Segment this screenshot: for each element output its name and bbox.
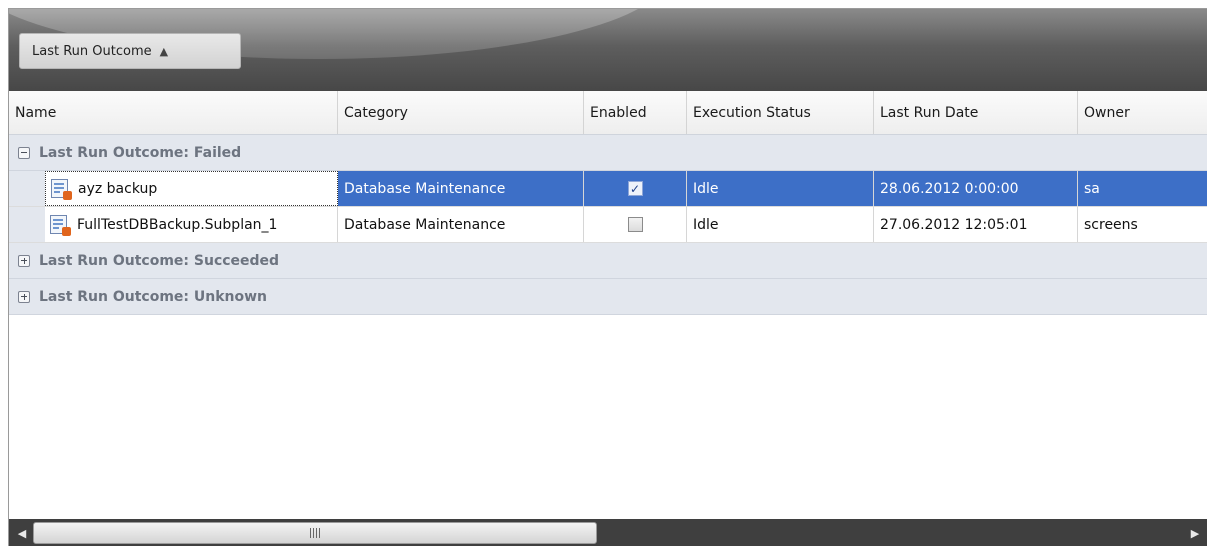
job-icon [49,214,71,236]
group-by-panel: Last Run Outcome ▲ [9,9,1207,91]
group-row-failed[interactable]: Last Run Outcome: Failed [9,135,1207,171]
group-row-label: Last Run Outcome: Succeeded [39,252,280,269]
last-run-date-cell[interactable]: 27.06.2012 12:05:01 [874,207,1078,242]
jobs-grid: Last Run Outcome ▲ Name Category Enabled… [8,8,1207,546]
group-row-label: Last Run Outcome: Unknown [39,288,268,305]
row-indent [9,207,45,242]
job-name-cell[interactable]: ayz backup [45,171,338,206]
last-run-date-cell[interactable]: 28.06.2012 0:00:00 [874,171,1078,206]
owner-cell[interactable]: sa [1078,171,1207,206]
job-name-cell[interactable]: FullTestDBBackup.Subplan_1 [45,207,338,242]
column-header-row: Name Category Enabled Execution Status L… [9,91,1207,135]
owner-cell[interactable]: screens [1078,207,1207,242]
checkbox-icon[interactable] [627,217,643,232]
row-indent [9,171,45,206]
group-by-chip[interactable]: Last Run Outcome ▲ [19,33,241,69]
group-row-unknown[interactable]: Last Run Outcome: Unknown [9,279,1207,315]
table-row[interactable]: ayz backup Database Maintenance ✓ Idle 2… [9,171,1207,207]
grip-icon [310,528,320,538]
scroll-right-icon[interactable]: ▶ [1182,519,1207,546]
job-icon [50,178,72,200]
category-cell[interactable]: Database Maintenance [338,207,584,242]
checkbox-icon[interactable]: ✓ [627,181,643,196]
sort-ascending-icon: ▲ [159,44,169,58]
scroll-left-icon[interactable]: ◀ [9,519,35,546]
execution-status-cell[interactable]: Idle [687,171,874,206]
horizontal-scrollbar[interactable]: ◀ ▶ [9,519,1207,546]
scrollbar-thumb[interactable] [33,522,597,544]
column-header-owner[interactable]: Owner [1078,91,1207,134]
collapse-icon[interactable] [18,146,30,159]
group-row-label: Last Run Outcome: Failed [39,144,242,161]
enabled-cell[interactable]: ✓ [584,171,687,206]
expand-icon[interactable] [18,290,30,303]
execution-status-cell[interactable]: Idle [687,207,874,242]
job-name: FullTestDBBackup.Subplan_1 [77,216,278,233]
column-header-name[interactable]: Name [9,91,338,134]
job-name: ayz backup [78,180,158,197]
grid-body: Last Run Outcome: Failed ayz backup Data… [9,135,1207,315]
expand-icon[interactable] [18,254,30,267]
group-by-chip-label: Last Run Outcome [32,43,152,59]
column-header-last-run-date[interactable]: Last Run Date [874,91,1078,134]
enabled-cell[interactable] [584,207,687,242]
category-cell[interactable]: Database Maintenance [338,171,584,206]
column-header-enabled[interactable]: Enabled [584,91,687,134]
table-row[interactable]: FullTestDBBackup.Subplan_1 Database Main… [9,207,1207,243]
column-header-category[interactable]: Category [338,91,584,134]
column-header-execution-status[interactable]: Execution Status [687,91,874,134]
group-row-succeeded[interactable]: Last Run Outcome: Succeeded [9,243,1207,279]
